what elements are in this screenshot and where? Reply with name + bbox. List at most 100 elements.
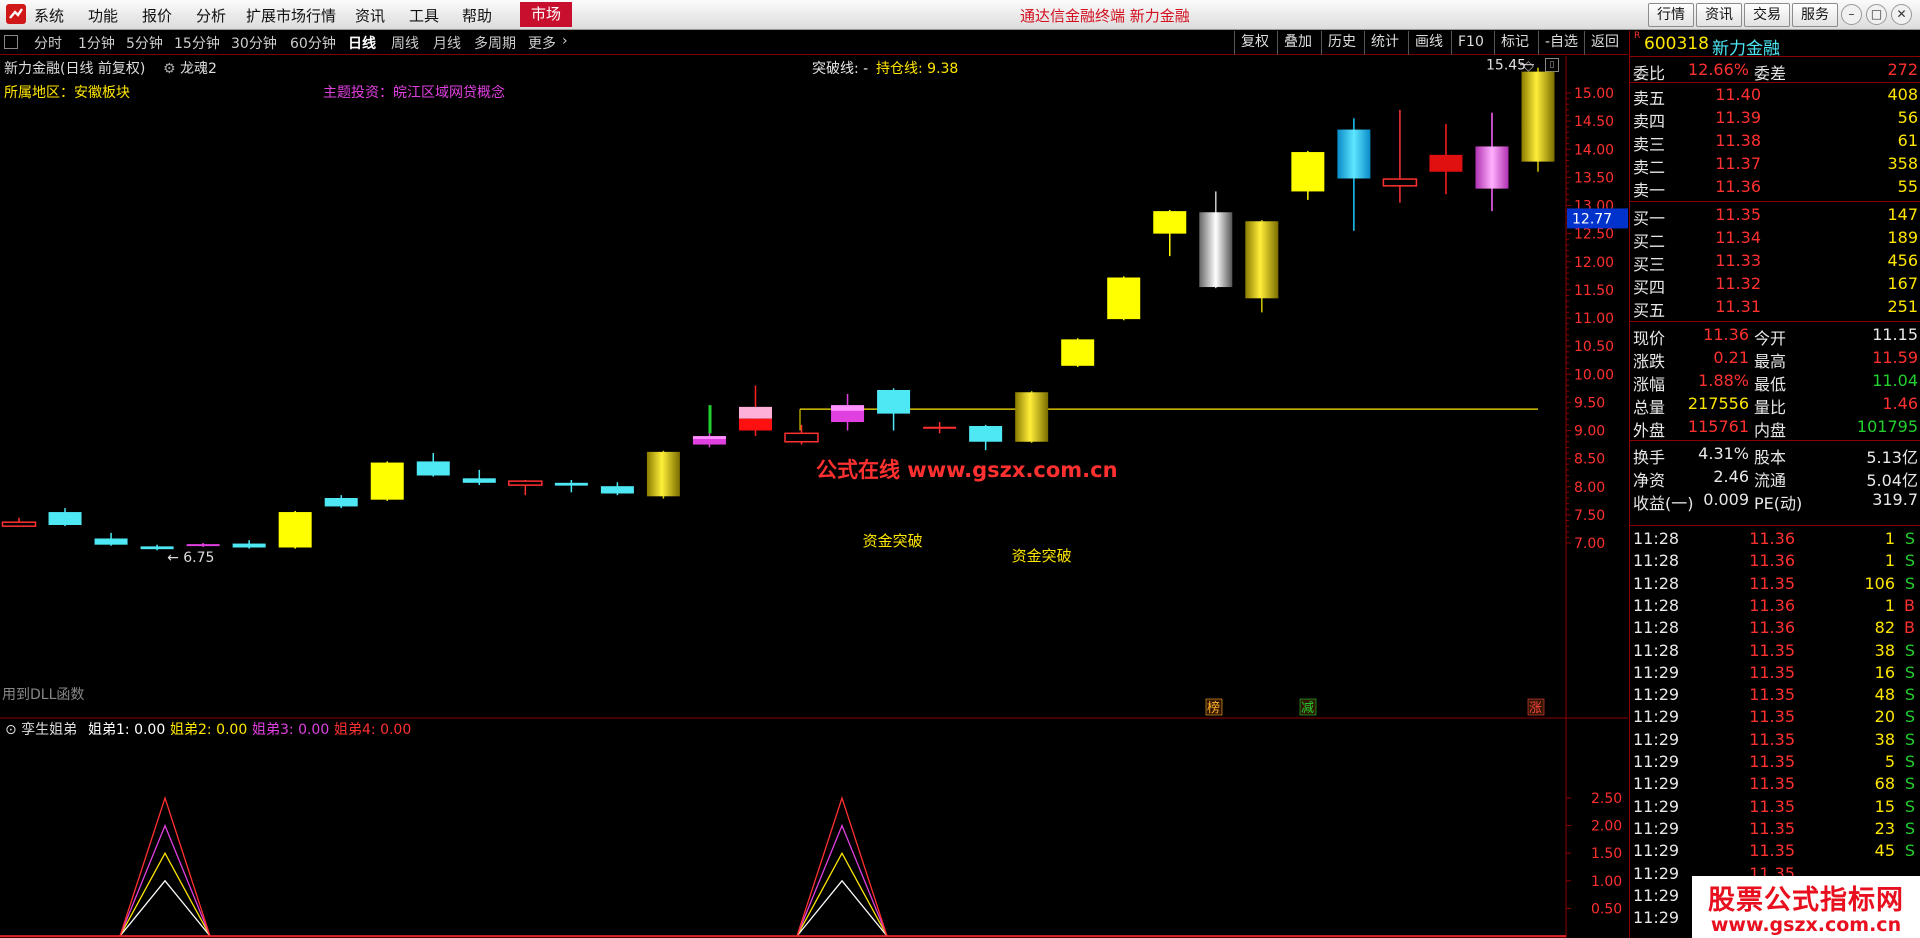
sub-peak-line	[796, 879, 888, 937]
service-button[interactable]: 服务	[1792, 3, 1838, 27]
current-price-tag-label: 12.77	[1572, 211, 1612, 227]
ad-url: www.gszx.com.cn	[1710, 914, 1902, 936]
ad-banner[interactable]: 股票公式指标网 www.gszx.com.cn	[1692, 876, 1920, 938]
bid-price: 11.33	[1715, 251, 1761, 270]
tool-watchlist[interactable]: -自选	[1538, 31, 1584, 55]
period-more[interactable]: 更多	[528, 33, 556, 53]
menu-quote[interactable]: 报价	[142, 5, 172, 26]
tick-time: 11:28	[1633, 529, 1680, 548]
tool-mark[interactable]: 标记	[1494, 31, 1535, 55]
candle-body	[324, 498, 358, 507]
menu-help[interactable]: 帮助	[462, 5, 492, 26]
menu-system[interactable]: 系统	[34, 5, 64, 26]
candle	[1153, 210, 1187, 257]
candle-body	[1475, 146, 1509, 189]
period-5min[interactable]: 5分钟	[126, 33, 163, 53]
tick-time: 11:29	[1633, 908, 1680, 928]
trade-button[interactable]: 交易	[1744, 3, 1790, 27]
tick-price: 11.35	[1749, 640, 1795, 660]
market-tab[interactable]: 市场	[520, 2, 572, 27]
candle	[186, 543, 220, 547]
tool-history[interactable]: 历史	[1321, 31, 1362, 55]
ask-price: 11.39	[1715, 108, 1761, 127]
tool-stats[interactable]: 统计	[1364, 31, 1405, 55]
tick-price: 11.35	[1749, 729, 1795, 749]
period-intraday[interactable]: 分时	[34, 33, 62, 53]
candle	[1, 517, 37, 527]
tick-price: 11.35	[1749, 573, 1795, 593]
price-tick-label: 12.00	[1574, 255, 1614, 271]
tick-price: 11.35	[1749, 774, 1795, 794]
ask-label: 卖四	[1633, 112, 1666, 131]
candle-body	[508, 480, 543, 486]
candle-body	[1153, 211, 1187, 234]
tick-time: 11:29	[1633, 774, 1680, 794]
period-daily[interactable]: 日线	[348, 33, 376, 53]
quote-panel: R 600318 新力金融 委比 12.66% 委差 272 卖五 11.40 408 卖四 1…	[1629, 31, 1920, 938]
chevron-right-icon[interactable]: ›	[562, 33, 568, 49]
weicha-label: 委差	[1754, 64, 1787, 83]
candle-body	[278, 512, 312, 548]
close-icon[interactable]: ✕	[1891, 4, 1912, 25]
price-tick-label: 10.00	[1574, 367, 1614, 383]
period-15min[interactable]: 15分钟	[174, 33, 220, 53]
tick-volume: 38	[1874, 729, 1895, 749]
panel-toggle-icon[interactable]	[4, 35, 18, 49]
candle	[646, 450, 680, 499]
stat-value: 101795	[1856, 417, 1918, 436]
candle	[1475, 112, 1509, 212]
tick-time: 11:29	[1633, 818, 1680, 838]
menu-tools[interactable]: 工具	[409, 5, 439, 26]
stat-label: 涨幅	[1633, 375, 1666, 394]
tool-draw[interactable]: 画线	[1408, 31, 1449, 55]
period-weekly[interactable]: 周线	[391, 33, 419, 53]
ask-price: 11.40	[1715, 85, 1761, 104]
fund-label: 股本	[1754, 448, 1787, 467]
candle-body	[370, 462, 404, 500]
bid-volume: 456	[1887, 251, 1918, 270]
low-price-label: ← 6.75	[167, 550, 214, 566]
kline-chart-area[interactable]: 新力金融(日线 前复权) ⚙ 龙魂2 所属地区：安徽板块 主题投资：皖江区域网贷…	[0, 56, 1628, 938]
tick-volume: 16	[1874, 662, 1895, 682]
fund-label: 流通	[1754, 471, 1787, 490]
period-monthly[interactable]: 月线	[433, 33, 461, 53]
tick-price: 11.35	[1749, 685, 1795, 705]
tool-adjust[interactable]: 复权	[1234, 31, 1275, 55]
tick-price: 11.35	[1749, 841, 1795, 861]
bid-volume: 189	[1887, 228, 1918, 247]
price-tick-label: 10.50	[1574, 339, 1614, 355]
menu-analysis[interactable]: 分析	[196, 5, 226, 26]
minimize-icon[interactable]: –	[1841, 4, 1862, 25]
period-1min[interactable]: 1分钟	[78, 33, 115, 53]
menu-extended-market[interactable]: 扩展市场行情	[246, 5, 336, 26]
menu-function[interactable]: 功能	[88, 5, 118, 26]
candle-body	[1199, 212, 1233, 288]
period-30min[interactable]: 30分钟	[231, 33, 277, 53]
tick-time: 11:29	[1633, 863, 1680, 883]
tick-row: 11:28 11.35 38 S	[1630, 640, 1920, 663]
tick-time: 11:28	[1633, 640, 1680, 660]
tool-overlay[interactable]: 叠加	[1277, 31, 1318, 55]
sub-axis-label: 0.50	[1591, 901, 1622, 917]
period-60min[interactable]: 60分钟	[290, 33, 336, 53]
ask-label: 卖五	[1633, 89, 1666, 108]
tool-back[interactable]: 返回	[1584, 31, 1625, 55]
candle	[1382, 109, 1418, 203]
price-tick-label: 9.00	[1574, 424, 1605, 440]
menu-bar: 系统 功能 报价 分析 扩展市场行情 资讯 工具 帮助 市场 通达信金融终端 新…	[0, 0, 1920, 30]
tool-f10[interactable]: F10	[1451, 31, 1490, 55]
period-multi[interactable]: 多周期	[474, 33, 516, 53]
stat-value: 11.59	[1872, 348, 1918, 367]
sub-axis-label: 2.50	[1591, 791, 1622, 807]
tick-time: 11:28	[1633, 595, 1680, 615]
fund-value: 319.7	[1872, 490, 1918, 509]
menu-news[interactable]: 资讯	[355, 5, 385, 26]
news-button[interactable]: 资讯	[1696, 3, 1742, 27]
tick-side: S	[1904, 685, 1915, 705]
bid-row: 买三 11.33 456	[1630, 250, 1920, 274]
tick-row: 11:29 11.35 5 S	[1630, 751, 1920, 774]
stat-row: 涨幅 1.88% 最低 11.04	[1630, 370, 1920, 394]
app-window: 系统 功能 报价 分析 扩展市场行情 资讯 工具 帮助 市场 通达信金融终端 新…	[0, 0, 1920, 938]
maximize-icon[interactable]: □	[1866, 4, 1887, 25]
quote-button[interactable]: 行情	[1648, 3, 1694, 27]
